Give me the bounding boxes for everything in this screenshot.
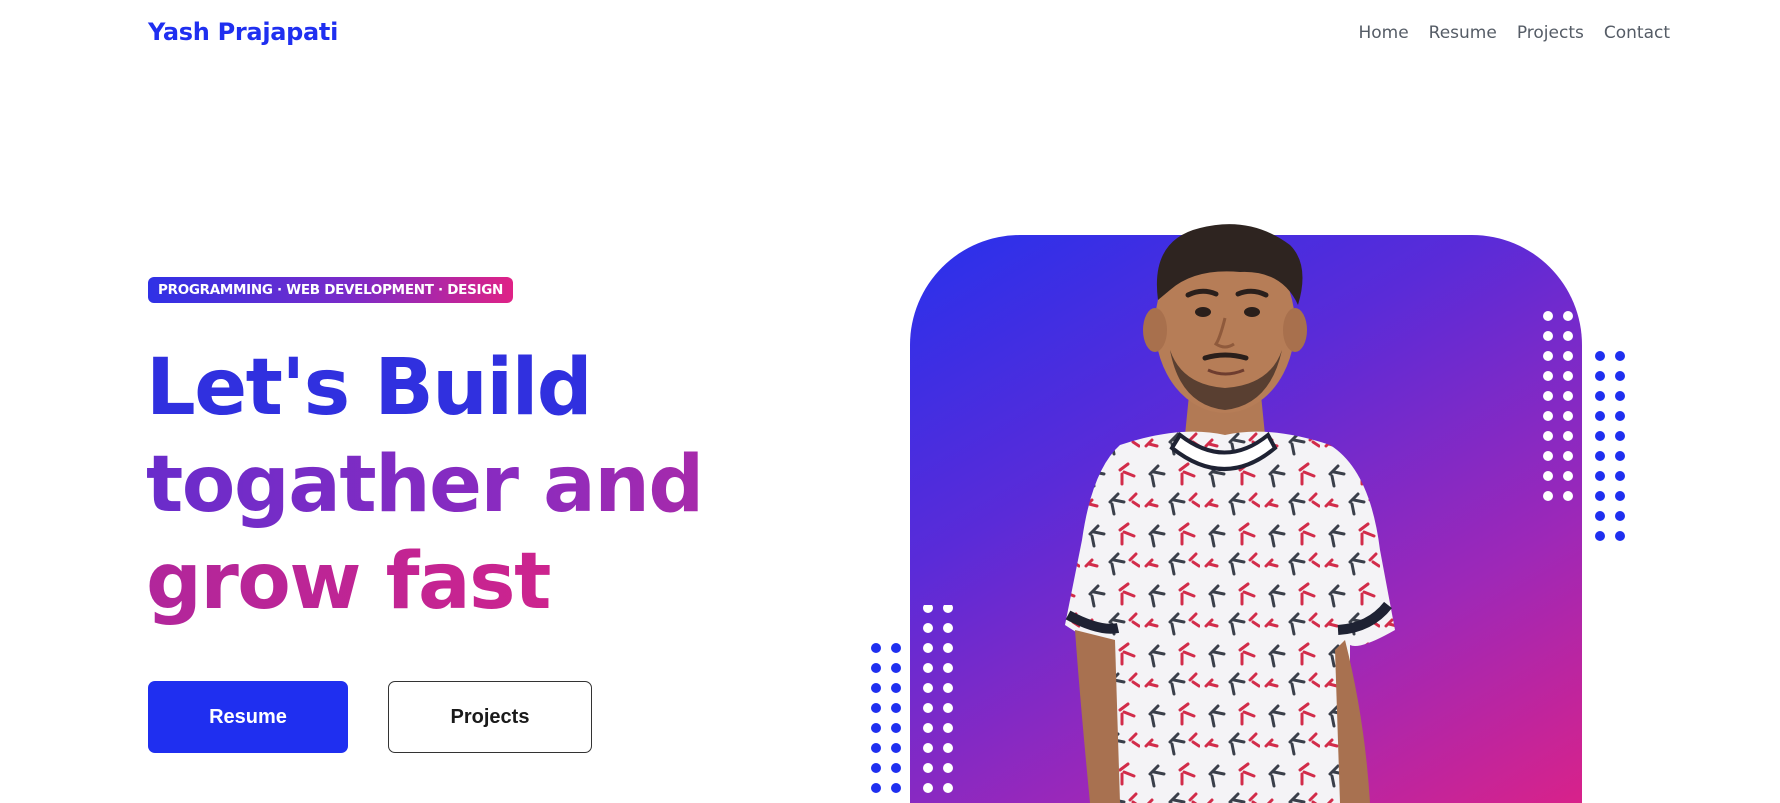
hero-title-line-2: togather and [146, 437, 766, 534]
hero-badge: PROGRAMMING · WEB DEVELOPMENT · DESIGN [148, 277, 514, 303]
projects-button[interactable]: Projects [388, 681, 592, 753]
nav-link-contact[interactable]: Contact [1604, 23, 1670, 43]
brand-logo[interactable]: Yash Prajapati [148, 18, 338, 46]
nav-link-projects[interactable]: Projects [1517, 23, 1584, 43]
hero-title-line-3: grow fast [146, 534, 766, 631]
hero-title-line-1: Let's Build [146, 343, 593, 433]
dot-grid-white-top [1543, 311, 1573, 501]
profile-photo [1065, 224, 1395, 803]
navbar: Yash Prajapati Home Resume Projects Cont… [0, 0, 1780, 70]
nav-link-home[interactable]: Home [1358, 23, 1408, 43]
hero-title: Let's Build togather and grow fast [146, 340, 766, 631]
hero-visual [860, 220, 1640, 803]
dot-grid-blue-top [1595, 351, 1625, 541]
nav-links: Home Resume Projects Contact [1358, 23, 1670, 43]
nav-link-resume[interactable]: Resume [1429, 23, 1497, 43]
resume-button[interactable]: Resume [148, 681, 348, 753]
dot-grid-icon [1543, 311, 1625, 541]
dot-grid-bottom-icon [871, 605, 953, 793]
